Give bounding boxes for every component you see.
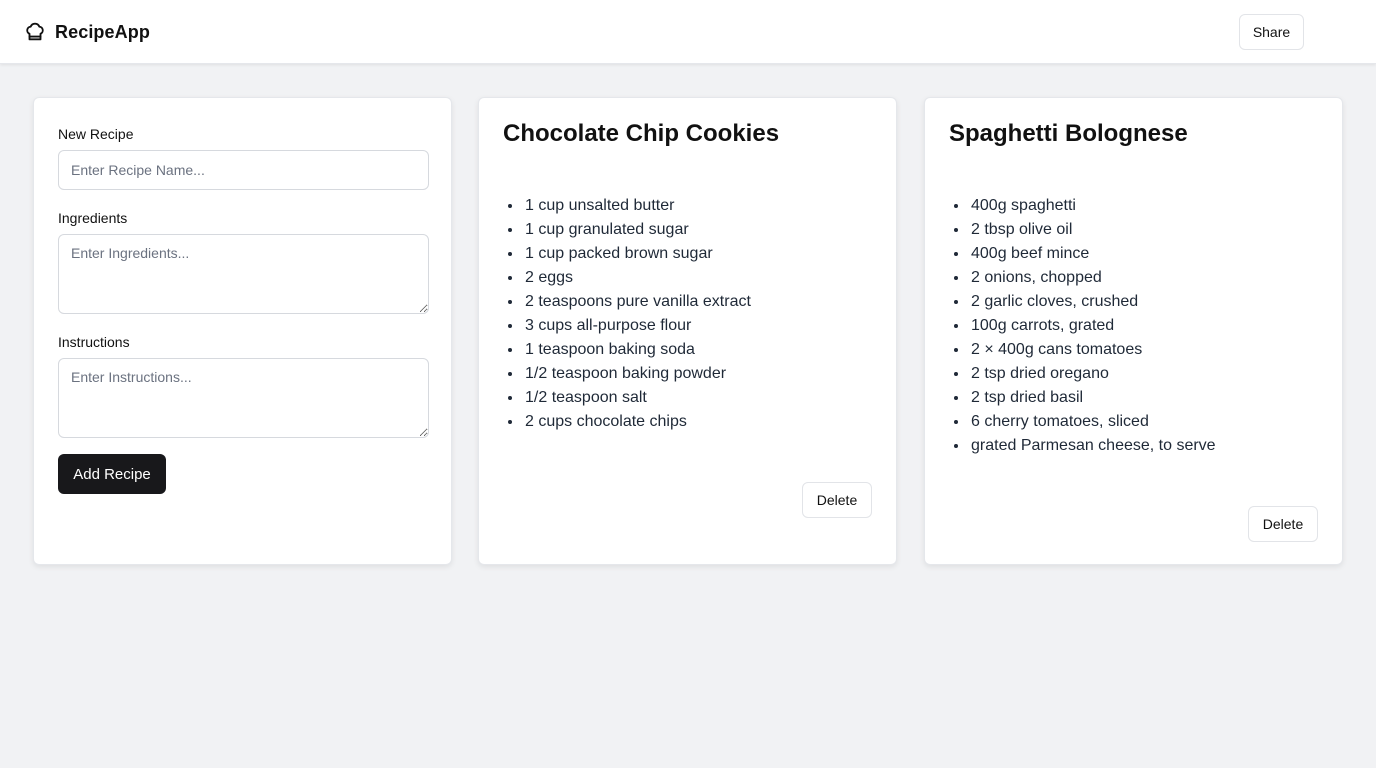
app-header: RecipeApp Share — [0, 0, 1376, 64]
instructions-textarea[interactable] — [58, 358, 429, 438]
ingredient-item: 2 tsp dried basil — [969, 386, 1216, 410]
ingredient-list: 1 cup unsalted butter1 cup granulated su… — [523, 194, 751, 434]
ingredient-item: 2 tbsp olive oil — [969, 218, 1216, 242]
delete-recipe-button[interactable]: Delete — [802, 482, 872, 518]
delete-recipe-button[interactable]: Delete — [1248, 506, 1318, 542]
instructions-label: Instructions — [58, 334, 130, 350]
ingredient-item: 1 teaspoon baking soda — [523, 338, 751, 362]
ingredient-item: 3 cups all-purpose flour — [523, 314, 751, 338]
brand[interactable]: RecipeApp — [24, 19, 150, 45]
recipe-name-input[interactable] — [58, 150, 429, 190]
ingredient-item: 2 onions, chopped — [969, 266, 1216, 290]
recipe-card: Spaghetti Bolognese 400g spaghetti2 tbsp… — [924, 97, 1343, 565]
ingredient-item: 2 × 400g cans tomatoes — [969, 338, 1216, 362]
ingredient-item: 1 cup granulated sugar — [523, 218, 751, 242]
new-recipe-form: New Recipe Ingredients Instructions Add … — [33, 97, 452, 565]
ingredient-item: 2 eggs — [523, 266, 751, 290]
ingredient-item: 2 teaspoons pure vanilla extract — [523, 290, 751, 314]
ingredient-item: 2 cups chocolate chips — [523, 410, 751, 434]
ingredient-item: 400g spaghetti — [969, 194, 1216, 218]
ingredient-item: 6 cherry tomatoes, sliced — [969, 410, 1216, 434]
recipe-title: Spaghetti Bolognese — [949, 120, 1188, 147]
ingredients-textarea[interactable] — [58, 234, 429, 314]
ingredient-item: 2 tsp dried oregano — [969, 362, 1216, 386]
share-button[interactable]: Share — [1239, 14, 1304, 50]
ingredient-item: 100g carrots, grated — [969, 314, 1216, 338]
ingredient-item: 1/2 teaspoon baking powder — [523, 362, 751, 386]
ingredient-item: 1 cup unsalted butter — [523, 194, 751, 218]
ingredient-item: 1/2 teaspoon salt — [523, 386, 751, 410]
chef-hat-icon — [26, 22, 44, 41]
recipe-title: Chocolate Chip Cookies — [503, 120, 780, 147]
ingredient-item: 1 cup packed brown sugar — [523, 242, 751, 266]
add-recipe-button[interactable]: Add Recipe — [58, 454, 166, 494]
recipe-name-label: New Recipe — [58, 126, 134, 142]
app-name: RecipeApp — [55, 21, 150, 42]
recipe-card: Chocolate Chip Cookies 1 cup unsalted bu… — [478, 97, 897, 565]
ingredient-item: grated Parmesan cheese, to serve — [969, 434, 1216, 458]
ingredient-list: 400g spaghetti2 tbsp olive oil400g beef … — [969, 194, 1216, 458]
ingredient-item: 2 garlic cloves, crushed — [969, 290, 1216, 314]
ingredient-item: 400g beef mince — [969, 242, 1216, 266]
ingredients-label: Ingredients — [58, 210, 128, 226]
